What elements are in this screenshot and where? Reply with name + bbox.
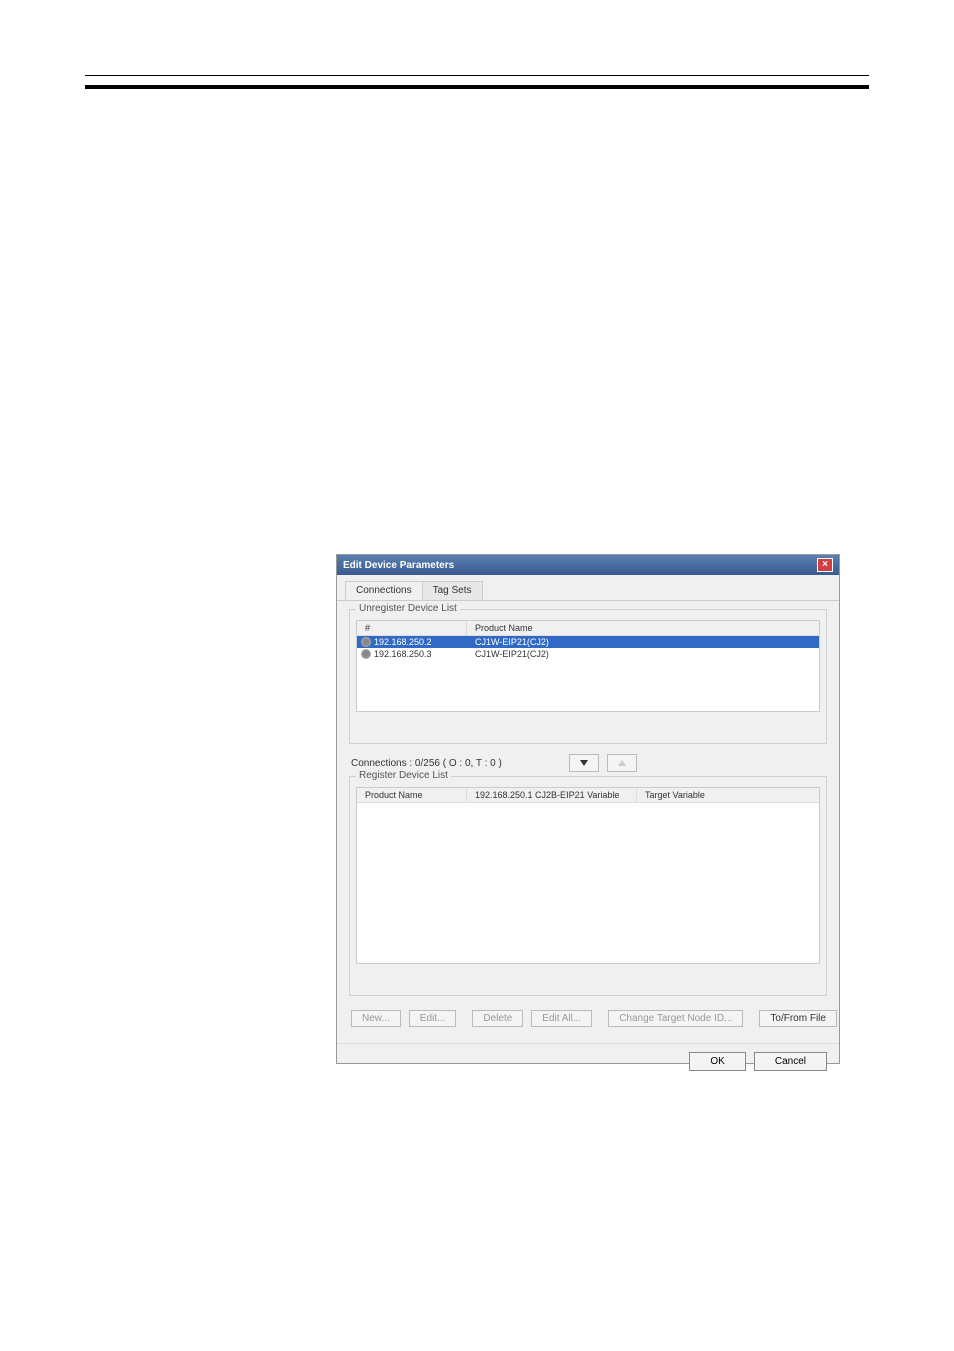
edit-device-parameters-dialog: Edit Device Parameters × Connections Tag… xyxy=(336,554,840,1064)
unregister-device-list-group: Unregister Device List # Product Name 19… xyxy=(349,609,827,744)
device-icon xyxy=(361,649,371,659)
change-target-button[interactable]: Change Target Node ID... xyxy=(608,1010,743,1027)
cancel-button[interactable]: Cancel xyxy=(754,1052,827,1071)
ok-button[interactable]: OK xyxy=(689,1052,745,1071)
titlebar: Edit Device Parameters × xyxy=(337,555,839,575)
register-device-list[interactable]: Product Name 192.168.250.1 CJ2B-EIP21 Va… xyxy=(356,787,820,964)
dialog-title: Edit Device Parameters xyxy=(343,560,454,571)
list-header: # Product Name xyxy=(357,621,819,636)
move-down-button[interactable] xyxy=(569,754,599,772)
list-item[interactable]: 192.168.250.3 CJ1W-EIP21(CJ2) xyxy=(357,648,819,660)
tab-connections[interactable]: Connections xyxy=(345,581,423,600)
header-num[interactable]: # xyxy=(357,621,467,635)
header-product-name[interactable]: Product Name xyxy=(467,621,819,635)
move-up-button[interactable] xyxy=(607,754,637,772)
tab-tag-sets[interactable]: Tag Sets xyxy=(422,581,483,600)
action-buttons: New... Edit... Delete Edit All... Change… xyxy=(349,1002,827,1035)
close-icon[interactable]: × xyxy=(817,558,833,572)
list-item[interactable]: 192.168.250.2 CJ1W-EIP21(CJ2) xyxy=(357,636,819,648)
delete-button[interactable]: Delete xyxy=(472,1010,523,1027)
header-variable[interactable]: 192.168.250.1 CJ2B-EIP21 Variable xyxy=(467,788,637,802)
register-label: Register Device List xyxy=(356,770,451,781)
dialog-buttons: OK Cancel xyxy=(337,1043,839,1079)
header-product-name[interactable]: Product Name xyxy=(357,788,467,802)
unregister-label: Unregister Device List xyxy=(356,603,460,614)
to-from-file-button[interactable]: To/From File xyxy=(759,1010,837,1027)
device-icon xyxy=(361,637,371,647)
edit-all-button[interactable]: Edit All... xyxy=(531,1010,592,1027)
tabs: Connections Tag Sets xyxy=(337,575,839,601)
connections-status: Connections : 0/256 ( O : 0, T : 0 ) xyxy=(351,758,502,769)
header-target-variable[interactable]: Target Variable xyxy=(637,788,819,802)
new-button[interactable]: New... xyxy=(351,1010,401,1027)
unregister-device-list[interactable]: # Product Name 192.168.250.2 CJ1W-EIP21(… xyxy=(356,620,820,712)
edit-button[interactable]: Edit... xyxy=(409,1010,457,1027)
register-device-list-group: Register Device List Product Name 192.16… xyxy=(349,776,827,996)
register-list-header: Product Name 192.168.250.1 CJ2B-EIP21 Va… xyxy=(357,788,819,803)
